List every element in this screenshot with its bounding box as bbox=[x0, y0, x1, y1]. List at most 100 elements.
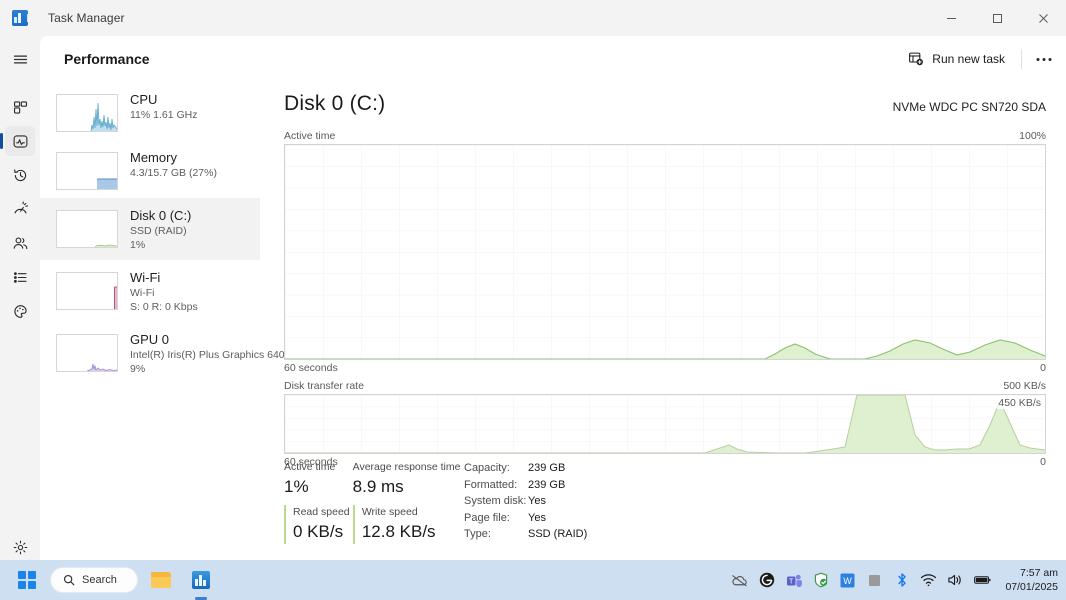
disk-info: Disk 0 (C:) SSD (RAID) 1% bbox=[130, 208, 192, 251]
spec-key: Type: bbox=[464, 528, 491, 540]
spec-row: Type: SSD (RAID) bbox=[464, 526, 587, 543]
search-button[interactable]: Search bbox=[50, 567, 138, 593]
sidebar-item-users[interactable] bbox=[0, 226, 40, 260]
run-new-task-label: Run new task bbox=[932, 52, 1005, 66]
spec-row: System disk: Yes bbox=[464, 493, 587, 510]
sidebar-item-performance[interactable] bbox=[0, 124, 40, 158]
list-item-sub2: 9% bbox=[130, 363, 146, 375]
list-item-cpu[interactable]: CPU 11% 1.61 GHz bbox=[40, 82, 260, 140]
active-time-label: Active time bbox=[284, 130, 336, 142]
stats-metrics: Active time 1% Average response time 8.9… bbox=[284, 460, 464, 544]
sidebar-item-services[interactable] bbox=[0, 294, 40, 328]
list-item-title: Wi-Fi bbox=[130, 270, 161, 285]
cpu-thumbnail bbox=[56, 94, 118, 132]
active-time-stat: Active time 1% bbox=[284, 460, 353, 499]
stats-row-bottom: Read speed 0 KB/s Write speed 12.8 KB/s bbox=[284, 505, 464, 544]
avg-response-stat: Average response time 8.9 ms bbox=[353, 460, 464, 499]
maximize-button[interactable] bbox=[974, 0, 1020, 36]
close-button[interactable] bbox=[1020, 0, 1066, 36]
active-time-footer: 60 seconds 0 bbox=[284, 362, 1046, 374]
spec-key: System disk: bbox=[464, 495, 527, 507]
spec-row: Capacity: 239 GB bbox=[464, 460, 587, 477]
spec-row: Formatted: 239 GB bbox=[464, 477, 587, 494]
window-title: Task Manager bbox=[48, 11, 125, 25]
wps-icon[interactable]: W bbox=[839, 572, 856, 589]
transfer-rate-graph: 450 KB/s bbox=[284, 394, 1046, 454]
read-speed-stat: Read speed 0 KB/s bbox=[284, 505, 353, 544]
list-item-wifi[interactable]: Wi-Fi Wi-Fi S: 0 R: 0 Kbps bbox=[40, 260, 260, 322]
list-item-title: CPU bbox=[130, 92, 158, 107]
list-item-sub1: 11% 1.61 GHz bbox=[130, 109, 198, 121]
battery-icon[interactable] bbox=[974, 572, 991, 589]
list-item-sub1: Intel(R) Iris(R) Plus Graphics 640 bbox=[130, 349, 285, 361]
list-item-title: Memory bbox=[130, 150, 177, 165]
title-bar: Task Manager bbox=[0, 0, 1066, 36]
disk-thumbnail bbox=[56, 210, 118, 248]
more-options-button[interactable] bbox=[1028, 44, 1060, 74]
spec-value: 239 GB bbox=[528, 478, 566, 491]
square-icon[interactable] bbox=[866, 572, 883, 589]
wifi-icon[interactable] bbox=[920, 572, 937, 589]
bluetooth-icon[interactable] bbox=[893, 572, 910, 589]
content-header: Performance Run new task bbox=[40, 36, 1066, 82]
list-item-memory[interactable]: Memory 4.3/15.7 GB (27%) bbox=[40, 140, 260, 198]
search-icon bbox=[63, 574, 75, 586]
stats-row-top: Active time 1% Average response time 8.9… bbox=[284, 460, 464, 499]
sidebar-item-processes[interactable] bbox=[0, 90, 40, 124]
cpu-info: CPU 11% 1.61 GHz bbox=[130, 92, 198, 130]
onedrive-icon[interactable] bbox=[731, 572, 748, 589]
new-task-icon bbox=[909, 52, 924, 66]
more-dots-icon bbox=[1036, 57, 1052, 61]
spec-value: 239 GB bbox=[528, 462, 566, 474]
minimize-button[interactable] bbox=[928, 0, 974, 36]
task-manager-window: Task Manager Performance Run new task CP… bbox=[0, 0, 1066, 600]
clock[interactable]: 7:57 am 07/01/2025 bbox=[1005, 566, 1058, 594]
list-item-gpu-0[interactable]: GPU 0 Intel(R) Iris(R) Plus Graphics 640… bbox=[40, 322, 285, 384]
folder-icon bbox=[151, 572, 171, 588]
taskbar: Search T W 7:57 am 07/01/2025 bbox=[0, 560, 1066, 600]
stat-value: 1% bbox=[284, 477, 309, 496]
spec-key: Formatted: bbox=[464, 478, 518, 491]
gpu-info: GPU 0 Intel(R) Iris(R) Plus Graphics 640… bbox=[130, 332, 285, 375]
clock-date: 07/01/2025 bbox=[1005, 581, 1058, 593]
list-item-title: Disk 0 (C:) bbox=[130, 208, 192, 223]
active-time-max: 100% bbox=[1019, 130, 1046, 142]
stat-value: 0 KB/s bbox=[293, 522, 344, 541]
speaker-icon[interactable] bbox=[947, 572, 964, 589]
settings-button[interactable] bbox=[0, 530, 40, 564]
list-item-sub1: Wi-Fi bbox=[130, 287, 155, 299]
active-time-graph bbox=[284, 144, 1046, 360]
run-new-task-button[interactable]: Run new task bbox=[898, 44, 1015, 74]
taskbar-file-explorer[interactable] bbox=[144, 564, 178, 596]
clock-time: 7:57 am bbox=[1020, 567, 1058, 579]
stat-label: Average response time bbox=[352, 461, 461, 473]
transfer-rate-annotation: 450 KB/s bbox=[997, 397, 1042, 409]
teams-icon[interactable]: T bbox=[785, 572, 802, 589]
spec-value: SSD (RAID) bbox=[528, 528, 588, 540]
stat-label: Write speed bbox=[361, 506, 418, 518]
device-list: CPU 11% 1.61 GHz Memory 4.3/15.7 GB (27%… bbox=[40, 82, 285, 564]
sidebar-item-startup-apps[interactable] bbox=[0, 192, 40, 226]
list-item-title: GPU 0 bbox=[130, 332, 170, 347]
start-button[interactable] bbox=[10, 564, 44, 596]
hamburger-menu-button[interactable] bbox=[0, 42, 40, 76]
spec-value: Yes bbox=[528, 495, 546, 507]
list-item-sub1: 4.3/15.7 GB (27%) bbox=[130, 167, 217, 179]
stat-value: 8.9 ms bbox=[352, 477, 404, 496]
list-item-sub2: S: 0 R: 0 Kbps bbox=[130, 301, 198, 313]
list-item-disk-0[interactable]: Disk 0 (C:) SSD (RAID) 1% bbox=[40, 198, 260, 260]
svg-text:T: T bbox=[789, 578, 794, 585]
taskbar-task-manager[interactable] bbox=[184, 564, 218, 596]
window-controls bbox=[928, 0, 1066, 36]
shield-icon[interactable] bbox=[812, 572, 829, 589]
sidebar-item-app-history[interactable] bbox=[0, 158, 40, 192]
stats-panel: Active time 1% Average response time 8.9… bbox=[284, 460, 1064, 544]
sidebar-item-details[interactable] bbox=[0, 260, 40, 294]
page-title: Performance bbox=[64, 51, 150, 67]
grammarly-icon[interactable] bbox=[758, 572, 775, 589]
spec-row: Page file: Yes bbox=[464, 510, 587, 527]
device-model: NVMe WDC PC SN720 SDA bbox=[892, 100, 1046, 114]
active-time-min: 0 bbox=[1040, 362, 1046, 374]
taskmanager-icon bbox=[12, 10, 28, 26]
transfer-rate-caption: Disk transfer rate 500 KB/s bbox=[284, 380, 1046, 392]
